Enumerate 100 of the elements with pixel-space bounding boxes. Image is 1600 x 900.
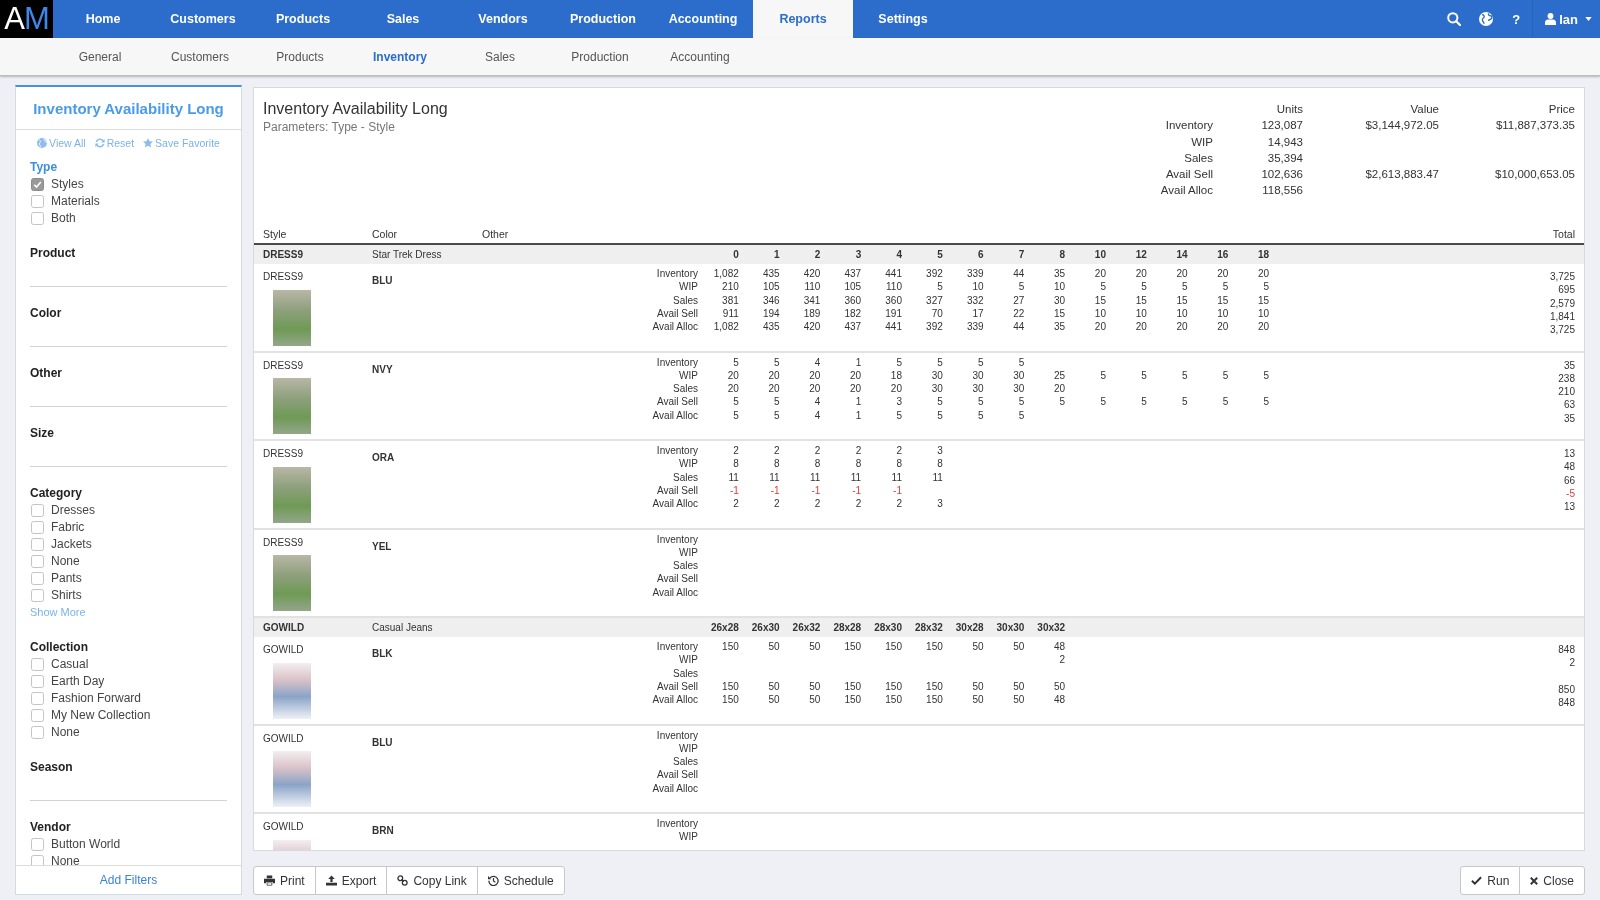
nav-tab[interactable]: Sales (353, 0, 453, 38)
table-cell: 20 (809, 382, 821, 396)
sub-nav-tab[interactable]: Production (550, 38, 650, 75)
nav-tab[interactable]: Production (553, 0, 653, 38)
table-cell: 10 (1135, 306, 1147, 320)
checkbox-label[interactable]: Styles (51, 175, 84, 193)
size-column-header: 30x28 (955, 622, 984, 633)
checkbox[interactable] (31, 177, 44, 191)
table-cell: 10 (1217, 306, 1229, 320)
table-cell: 2 (814, 444, 821, 458)
checkbox-label[interactable]: None (51, 723, 80, 741)
table-cell: 5 (733, 408, 739, 422)
nav-tab[interactable]: Vendors (453, 0, 553, 38)
nav-tab[interactable]: Customers (153, 0, 253, 38)
sub-nav-tab[interactable]: General (50, 38, 150, 75)
table-cell: 20 (1176, 320, 1188, 334)
nav-tab[interactable]: Accounting (653, 0, 753, 38)
help-button[interactable]: ? (1512, 11, 1521, 27)
checkbox-label[interactable]: Dresses (51, 501, 95, 519)
globe-icon[interactable] (1479, 12, 1494, 26)
app-logo[interactable]: AM (0, 0, 53, 38)
total-cell: 35 (1563, 359, 1575, 371)
user-menu-button[interactable]: Ian (1545, 11, 1592, 27)
table-cell: 11 (850, 470, 862, 484)
table-cell: 1,082 (713, 267, 739, 281)
total-cell: 63 (1563, 399, 1575, 411)
sub-nav-tab[interactable]: Customers (150, 38, 250, 75)
checkbox[interactable] (31, 725, 44, 739)
table-cell: 20 (727, 382, 739, 396)
checkbox-label[interactable]: Earth Day (51, 672, 105, 690)
checkbox-label[interactable]: None (51, 852, 80, 865)
size-column-header: 4 (896, 249, 902, 260)
group-style-code: DRESS9 (263, 249, 304, 260)
checkbox[interactable] (31, 588, 44, 602)
add-filters-link[interactable]: Add Filters (99, 873, 158, 887)
total-cell: 2,579 (1549, 297, 1575, 309)
copy-link-button[interactable]: Copy Link (386, 866, 478, 895)
size-column-header: 2 (814, 249, 821, 260)
summary-value: $3,144,972.05 (1365, 118, 1439, 134)
checkbox[interactable] (31, 520, 44, 534)
style-code: GOWILD (263, 731, 304, 745)
table-cell: 360 (844, 293, 862, 307)
checkbox[interactable] (31, 211, 44, 225)
checkbox[interactable] (31, 503, 44, 517)
total-cell: 210 (1558, 386, 1575, 397)
checkbox[interactable] (31, 837, 44, 851)
checkbox[interactable] (31, 674, 44, 688)
checkbox[interactable] (31, 571, 44, 585)
checkbox[interactable] (31, 708, 44, 722)
table-cell: 50 (972, 679, 984, 693)
schedule-button[interactable]: Schedule (476, 866, 565, 895)
table-cell: 4 (814, 395, 821, 409)
checkbox-label[interactable]: None (51, 552, 80, 570)
table-cell: 8 (733, 457, 739, 471)
metric-label: WIP (679, 280, 698, 294)
checkbox-label[interactable]: Button World (51, 835, 121, 853)
checkbox[interactable] (31, 854, 44, 865)
size-column-header: 26x30 (751, 622, 780, 633)
metric-label: Avail Alloc (652, 781, 698, 795)
nav-tab[interactable]: Reports (753, 0, 853, 38)
column-header: Color (372, 227, 399, 240)
close-icon (1530, 876, 1539, 885)
style-code: DRESS9 (263, 535, 303, 549)
size-column-header: 14 (1176, 249, 1188, 260)
checkbox-label[interactable]: Casual (51, 655, 89, 673)
checkbox[interactable] (31, 537, 44, 551)
checkbox[interactable] (31, 657, 44, 671)
sub-nav-tab[interactable]: Sales (450, 38, 550, 75)
table-cell: 5 (1141, 280, 1147, 294)
checkbox-label[interactable]: Jackets (51, 535, 92, 553)
checkbox[interactable] (31, 554, 44, 568)
checkbox-label[interactable]: My New Collection (51, 706, 151, 724)
table-cell: 5 (1182, 368, 1188, 382)
checkbox-label[interactable]: Fabric (51, 518, 85, 536)
photo-placeholder (272, 751, 311, 807)
search-icon[interactable] (1447, 12, 1462, 26)
sub-nav-tab[interactable]: Products (250, 38, 350, 75)
checkbox-label[interactable]: Fashion Forward (51, 689, 142, 707)
sub-nav-tab[interactable]: Accounting (650, 38, 750, 75)
table-cell: 2 (814, 497, 821, 511)
close-button[interactable]: Close (1519, 866, 1585, 895)
checkbox-label[interactable]: Materials (51, 192, 100, 210)
checkbox[interactable] (31, 194, 44, 208)
run-button[interactable]: Run (1460, 866, 1521, 895)
filter-section-label: Category (30, 484, 82, 502)
nav-tab[interactable]: Products (253, 0, 353, 38)
checkbox-label[interactable]: Shirts (51, 586, 82, 604)
print-button[interactable]: Print (253, 866, 316, 895)
metric-label: Inventory (656, 355, 698, 369)
globe-icon (37, 138, 48, 148)
checkbox-label[interactable]: Pants (51, 569, 82, 587)
nav-tab[interactable]: Settings (853, 0, 953, 38)
table-cell: 15 (1054, 306, 1066, 320)
nav-tab[interactable]: Home (53, 0, 153, 38)
checkbox-label[interactable]: Both (51, 209, 76, 227)
size-column-header: 1 (774, 249, 780, 260)
sub-nav-tab[interactable]: Inventory (350, 38, 450, 75)
total-cell: 35 (1563, 412, 1575, 424)
checkbox[interactable] (31, 691, 44, 705)
export-button[interactable]: Export (314, 866, 388, 895)
